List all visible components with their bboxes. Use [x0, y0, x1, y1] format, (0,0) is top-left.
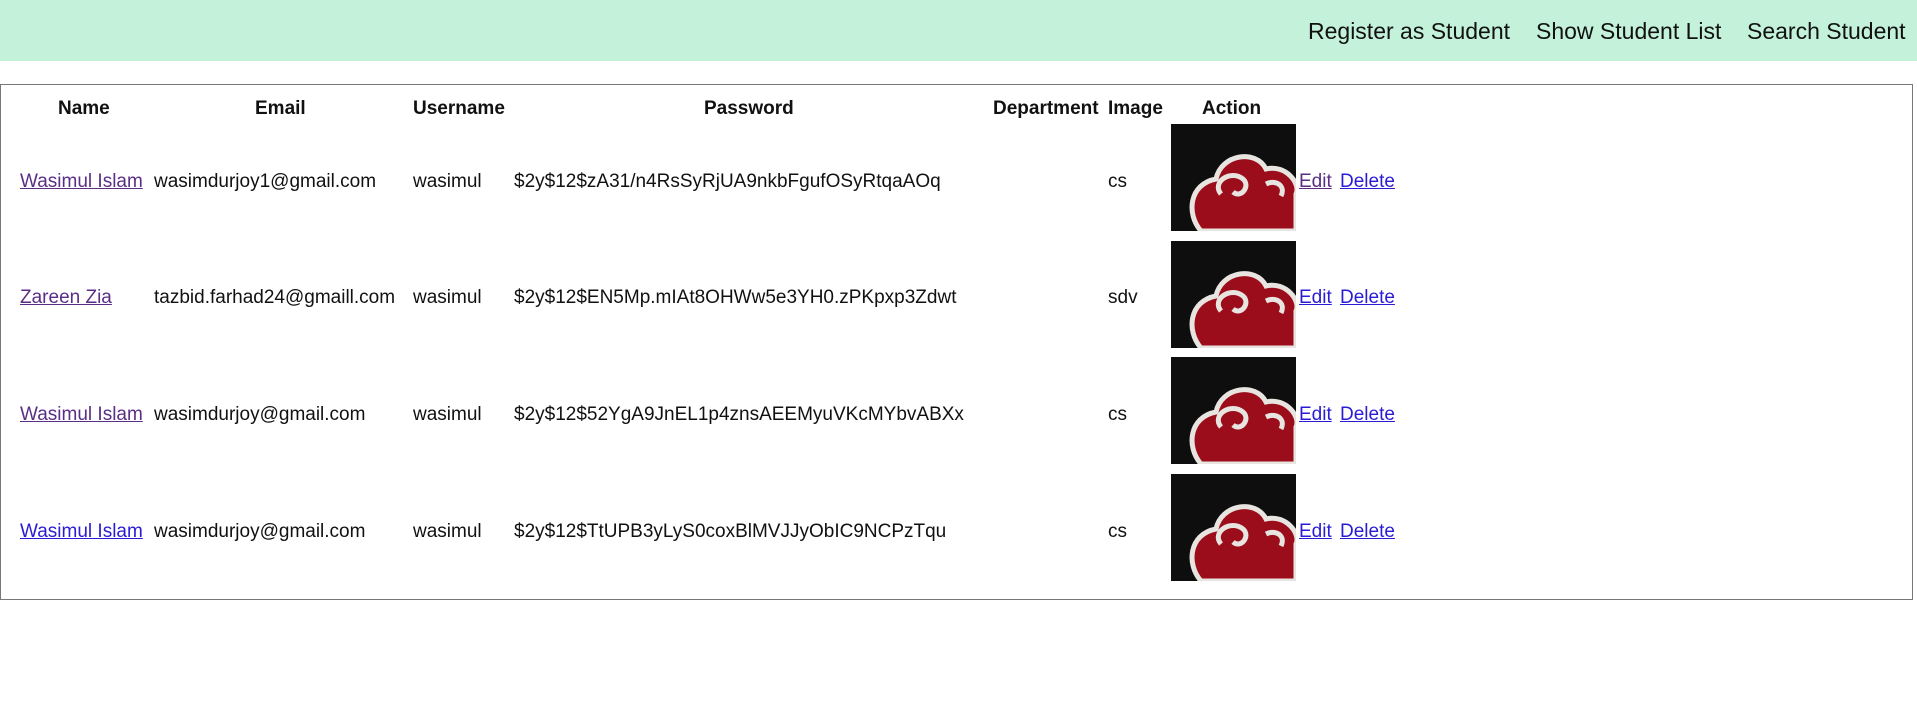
red-cloud-icon — [1171, 357, 1296, 464]
password-cell: $2y$12$EN5Mp.mIAt8OHWw5e3YH0.zPKpxp3Zdwt — [514, 287, 957, 308]
register-student-link[interactable]: Register as Student — [1308, 20, 1510, 43]
header-image: Image — [1108, 98, 1163, 119]
username-cell: wasimul — [413, 404, 482, 425]
header-action: Action — [1202, 98, 1262, 119]
department-cell: cs — [1108, 521, 1127, 542]
student-name-link[interactable]: Wasimul Islam — [20, 172, 143, 191]
email-cell: wasimdurjoy@gmail.com — [154, 521, 366, 542]
student-image — [1171, 124, 1296, 231]
email-cell: tazbid.farhad24@gmaill.com — [154, 287, 396, 308]
username-cell: wasimul — [413, 521, 482, 542]
edit-link[interactable]: Edit — [1299, 522, 1332, 541]
header-password: Password — [704, 98, 794, 119]
student-image — [1171, 357, 1296, 464]
top-navigation: Register as Student Show Student List Se… — [0, 0, 1917, 61]
username-cell: wasimul — [413, 171, 482, 192]
username-cell: wasimul — [413, 287, 482, 308]
search-student-link[interactable]: Search Student — [1747, 20, 1906, 43]
student-image — [1171, 241, 1296, 348]
edit-link[interactable]: Edit — [1299, 172, 1332, 191]
password-cell: $2y$12$zA31/n4RsSyRjUA9nkbFgufOSyRtqaAOq — [514, 171, 941, 192]
edit-link[interactable]: Edit — [1299, 405, 1332, 424]
email-cell: wasimdurjoy@gmail.com — [154, 404, 366, 425]
department-cell: cs — [1108, 171, 1127, 192]
header-name: Name — [58, 98, 110, 119]
delete-link[interactable]: Delete — [1340, 288, 1395, 307]
red-cloud-icon — [1171, 124, 1296, 231]
header-email: Email — [255, 98, 306, 119]
student-name-link[interactable]: Wasimul Islam — [20, 405, 143, 424]
delete-link[interactable]: Delete — [1340, 172, 1395, 191]
delete-link[interactable]: Delete — [1340, 522, 1395, 541]
password-cell: $2y$12$TtUPB3yLyS0coxBlMVJJyObIC9NCPzTqu — [514, 521, 947, 542]
department-cell: sdv — [1108, 287, 1138, 308]
red-cloud-icon — [1171, 241, 1296, 348]
red-cloud-icon — [1171, 474, 1296, 581]
email-cell: wasimdurjoy1@gmail.com — [154, 171, 377, 192]
edit-link[interactable]: Edit — [1299, 288, 1332, 307]
student-name-link[interactable]: Wasimul Islam — [20, 522, 143, 541]
header-username: Username — [413, 98, 505, 119]
header-department: Department — [993, 98, 1099, 119]
student-name-link[interactable]: Zareen Zia — [20, 288, 112, 307]
delete-link[interactable]: Delete — [1340, 405, 1395, 424]
student-table: Name Email Username Password Department … — [0, 84, 1913, 600]
show-student-list-link[interactable]: Show Student List — [1536, 20, 1721, 43]
department-cell: cs — [1108, 404, 1127, 425]
student-image — [1171, 474, 1296, 581]
password-cell: $2y$12$52YgA9JnEL1p4znsAEEMyuVKcMYbvABXx — [514, 404, 964, 425]
